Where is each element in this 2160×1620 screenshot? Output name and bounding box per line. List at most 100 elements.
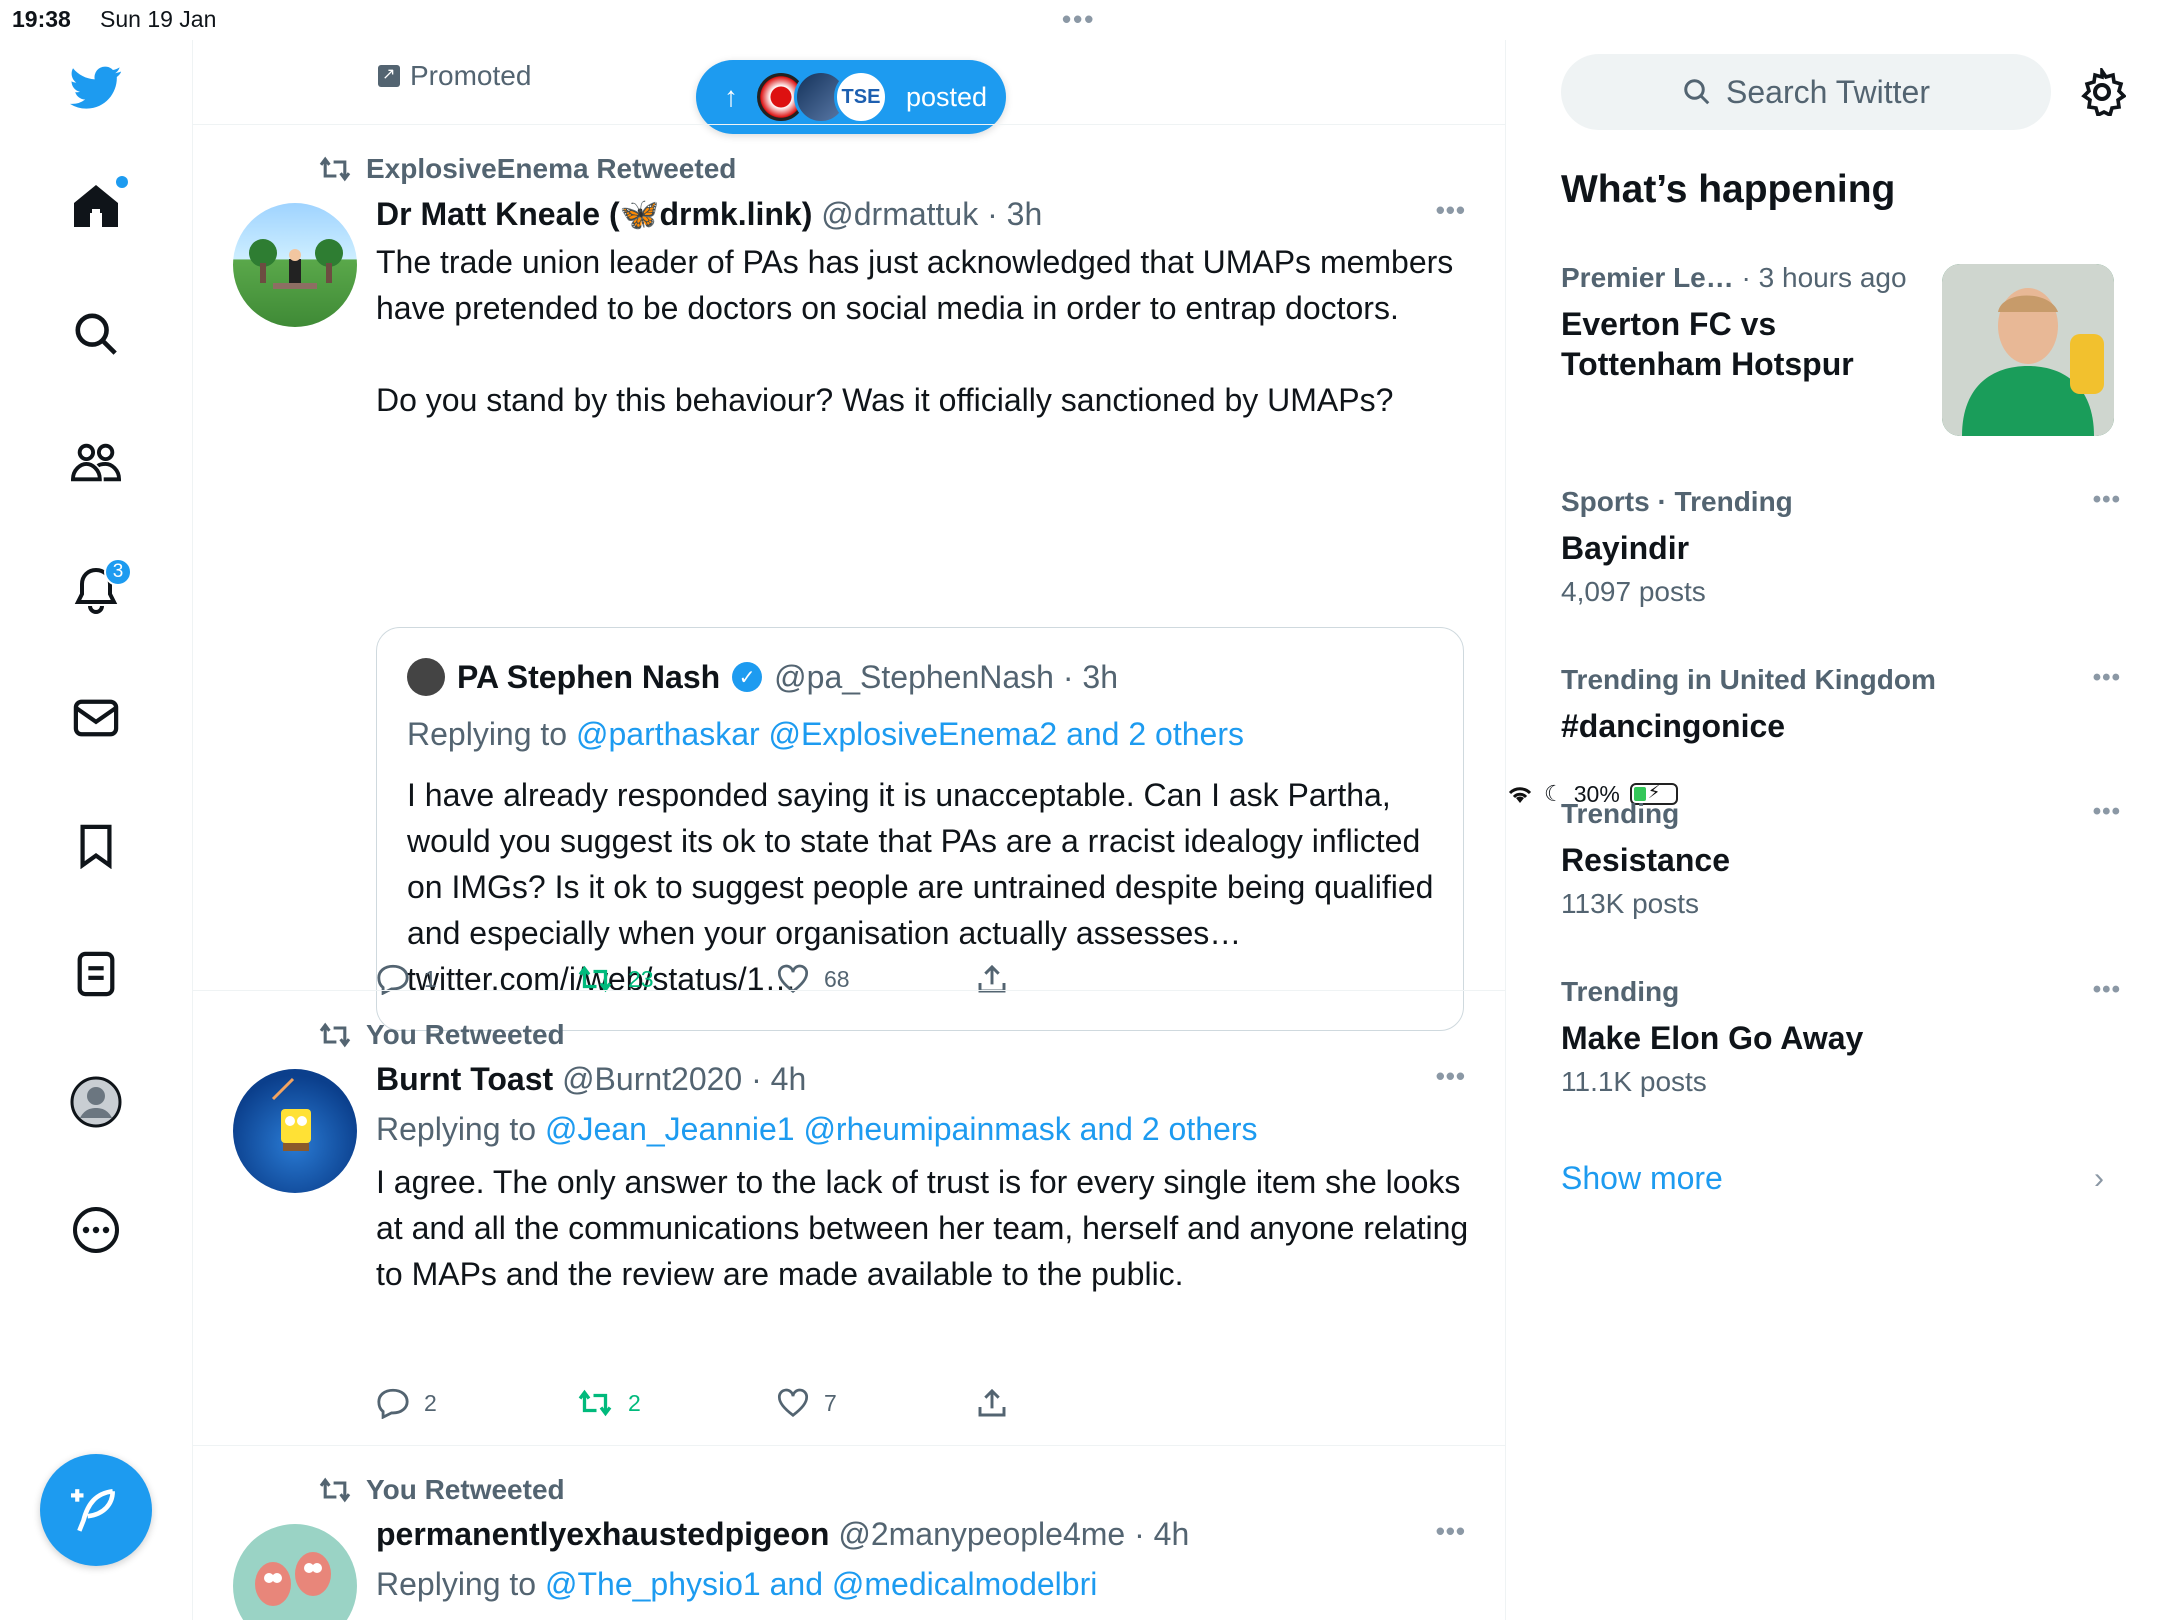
author-handle[interactable]: @Burnt2020	[562, 1061, 742, 1097]
trend-title: Make Elon Go Away	[1561, 1020, 1864, 1056]
search-input[interactable]: Search Twitter	[1561, 54, 2051, 130]
multitasking-dots-icon[interactable]: •••	[1062, 4, 1095, 35]
tweet-header: Dr Matt Kneale (🦋drmk.link) @drmattuk · …	[376, 195, 1042, 233]
tweet-card[interactable]: ExplosiveEnema Retweeted Dr Matt Kneale …	[193, 124, 1505, 1031]
tweet-card[interactable]: You Retweeted permanentlyexhaustedpigeon…	[193, 1445, 1505, 1620]
search-placeholder: Search Twitter	[1726, 73, 1930, 110]
retweet-context: You Retweeted	[318, 1019, 565, 1051]
author-avatar[interactable]	[233, 1524, 357, 1620]
trend-more-icon[interactable]: •••	[2093, 976, 2121, 1004]
trend-more-icon[interactable]: •••	[2093, 486, 2121, 514]
tweet-time[interactable]: 4h	[1154, 1516, 1190, 1552]
trend-post-count: 113K posts	[1561, 888, 1700, 919]
compose-tweet-button[interactable]	[40, 1454, 152, 1566]
author-name[interactable]: permanentlyexhaustedpigeon	[376, 1516, 829, 1552]
share-button[interactable]	[976, 1387, 1176, 1419]
trend-image[interactable]	[1942, 264, 2114, 436]
reply-icon	[377, 1388, 409, 1419]
author-avatar[interactable]	[233, 1069, 357, 1193]
tweet-paragraph: Do you stand by this behaviour? Was it o…	[376, 382, 1394, 418]
quoted-author-name: PA Stephen Nash	[457, 658, 721, 695]
tweet-more-icon[interactable]: •••	[1436, 1061, 1466, 1092]
tweet-header: Burnt Toast @Burnt2020 · 4h	[376, 1061, 806, 1098]
notifications-badge: 3	[104, 558, 132, 586]
trend-post-count: 11.1K posts	[1561, 1066, 1707, 1097]
quoted-tweet-time: 3h	[1082, 658, 1118, 695]
header-separator: ·	[978, 196, 1007, 232]
replying-to-links[interactable]: @The_physio1 and @medicalmodelbri	[545, 1566, 1097, 1602]
reply-count: 1	[424, 965, 437, 992]
replying-to: Replying to @The_physio1 and @medicalmod…	[376, 1566, 1097, 1603]
profile-avatar-icon[interactable]	[70, 1076, 122, 1128]
notifications-bell-icon[interactable]: 3	[70, 558, 132, 616]
promoted-icon	[378, 64, 400, 87]
author-avatar[interactable]	[233, 203, 357, 327]
tweet-header: permanentlyexhaustedpigeon @2manypeople4…	[376, 1516, 1189, 1553]
header-separator: ·	[742, 1061, 771, 1097]
retweet-count: 23	[628, 965, 654, 992]
retweeted-by-text[interactable]: ExplosiveEnema Retweeted	[366, 153, 736, 185]
like-button[interactable]: 7	[776, 1387, 976, 1419]
retweet-count: 2	[628, 1389, 641, 1416]
tweet-more-icon[interactable]: •••	[1436, 195, 1466, 226]
retweeted-by-text[interactable]: You Retweeted	[366, 1474, 565, 1506]
compose-feather-icon	[71, 1488, 115, 1532]
heart-icon	[778, 1388, 808, 1417]
tweet-card[interactable]: You Retweeted Burnt Toast @Burnt2020 · 4…	[193, 990, 1505, 1445]
pill-avatars: TSE	[754, 70, 888, 124]
explore-search-icon[interactable]	[70, 308, 122, 360]
trend-item[interactable]: Trending Resistance 113K posts •••	[1561, 798, 2121, 920]
tweet-time[interactable]: 3h	[1007, 196, 1043, 232]
bookmarks-icon[interactable]	[70, 820, 122, 872]
trend-category: Premier Le…	[1561, 262, 1734, 293]
home-icon[interactable]	[70, 176, 128, 232]
messages-envelope-icon[interactable]	[70, 692, 122, 744]
like-count: 68	[824, 965, 850, 992]
replying-to-links[interactable]: @Jean_Jeannie1 @rheumipainmask and 2 oth…	[545, 1111, 1258, 1147]
chevron-right-icon[interactable]: ›	[2094, 1162, 2104, 1196]
retweet-icon	[578, 1389, 612, 1417]
trend-more-icon[interactable]: •••	[2093, 798, 2121, 826]
tweet-time[interactable]: 4h	[771, 1061, 807, 1097]
replying-to-links[interactable]: @parthaskar @ExplosiveEnema2 and 2 other…	[576, 716, 1244, 752]
show-more-link[interactable]: Show more	[1561, 1160, 1723, 1197]
right-sidebar: Search Twitter What’s happening Premier …	[1506, 40, 2160, 1620]
reply-button[interactable]: 2	[376, 1387, 576, 1419]
trend-category: Trending in United Kingdom	[1561, 664, 1936, 695]
replying-to: Replying to @Jean_Jeannie1 @rheumipainma…	[376, 1111, 1257, 1148]
trend-item[interactable]: Trending Make Elon Go Away 11.1K posts •…	[1561, 976, 2121, 1098]
tweet-more-icon[interactable]: •••	[1436, 1516, 1466, 1547]
trend-title: Resistance	[1561, 842, 1730, 878]
trend-more-icon[interactable]: •••	[2093, 664, 2121, 692]
home-timeline: Promoted ↑ TSE posted ExplosiveEnema Ret…	[193, 40, 1506, 1620]
communities-icon[interactable]	[70, 436, 122, 488]
trend-item[interactable]: Sports · Trending Bayindir 4,097 posts •…	[1561, 486, 2121, 608]
author-handle[interactable]: @drmattuk	[821, 196, 978, 232]
settings-gear-icon[interactable]	[2078, 65, 2128, 118]
author-handle[interactable]: @2manypeople4me	[838, 1516, 1125, 1552]
lists-icon[interactable]	[70, 948, 122, 1000]
status-date: Sun 19 Jan	[100, 6, 217, 32]
retweet-icon	[319, 1477, 351, 1503]
more-options-circle-icon[interactable]	[70, 1204, 122, 1256]
verified-badge-icon: ✓	[732, 662, 763, 692]
home-new-dot	[116, 176, 128, 188]
replying-prefix: Replying to	[407, 716, 568, 752]
trend-item[interactable]: Trending in United Kingdom #dancingonice…	[1561, 664, 2121, 746]
twitter-logo-icon[interactable]	[70, 62, 122, 114]
quoted-replying-to: Replying to @parthaskar @ExplosiveEnema2…	[407, 716, 1244, 753]
retweet-icon	[319, 1022, 351, 1048]
share-icon	[978, 1388, 1006, 1417]
author-name[interactable]: Dr Matt Kneale (🦋drmk.link)	[376, 196, 812, 232]
new-posts-pill[interactable]: ↑ TSE posted	[696, 60, 1006, 134]
trend-category: Trending	[1561, 976, 1680, 1007]
quoted-author-avatar	[407, 658, 445, 696]
trend-time: 3 hours ago	[1758, 262, 1907, 293]
trend-title: #dancingonice	[1561, 708, 1786, 744]
retweeted-by-text[interactable]: You Retweeted	[366, 1019, 565, 1051]
retweet-button[interactable]: 2	[576, 1387, 776, 1419]
header-separator: ·	[1125, 1516, 1154, 1552]
replying-prefix: Replying to	[376, 1111, 537, 1147]
like-count: 7	[824, 1389, 837, 1416]
author-name[interactable]: Burnt Toast	[376, 1061, 553, 1097]
